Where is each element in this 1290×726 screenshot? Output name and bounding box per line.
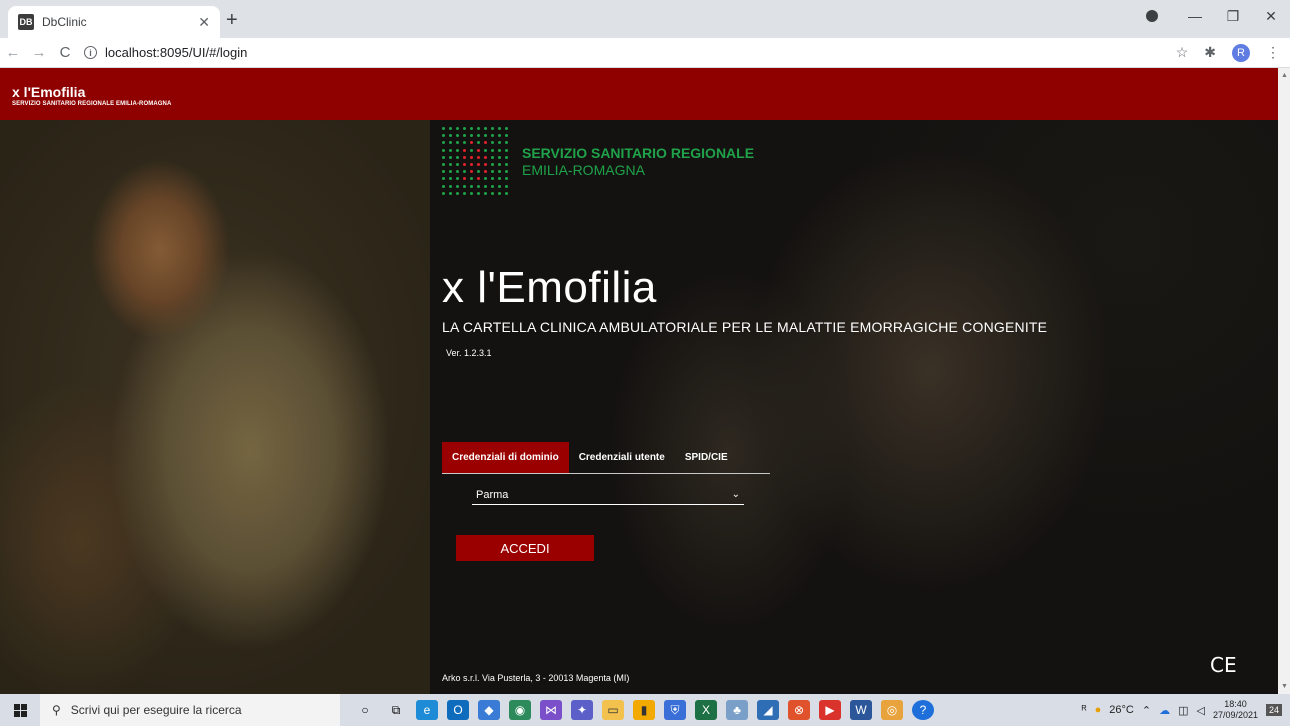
background-painting-dark: [430, 120, 1278, 694]
app-icon-3[interactable]: ♣: [726, 700, 748, 720]
app-header: x l'Emofilia SERVIZIO SANITARIO REGIONAL…: [0, 68, 1278, 120]
app-icon-6[interactable]: ▶: [819, 700, 841, 720]
app-icon-1[interactable]: ◆: [478, 700, 500, 720]
edge-icon[interactable]: e: [416, 700, 438, 720]
tab-favicon-icon: DB: [18, 14, 34, 30]
notifications-badge[interactable]: 24: [1265, 704, 1282, 716]
teams-icon[interactable]: ✦: [571, 700, 593, 720]
background-painting: [0, 120, 430, 694]
close-window-icon[interactable]: ✕: [1252, 8, 1290, 25]
browser-tabstrip: DB DbClinic ✕ + — ❐ ✕: [0, 0, 1290, 38]
network-icon[interactable]: ◫: [1178, 704, 1188, 717]
powerbi-icon[interactable]: ▮: [633, 700, 655, 720]
app-icon-4[interactable]: ◢: [757, 700, 779, 720]
browser-tab[interactable]: DB DbClinic ✕: [8, 6, 220, 38]
clock[interactable]: 18:40 27/09/2021: [1213, 699, 1258, 721]
app-icon-5[interactable]: ⊗: [788, 700, 810, 720]
tray-chevron-icon[interactable]: ⌃: [1142, 704, 1151, 717]
page-subtitle: LA CARTELLA CLINICA AMBULATORIALE PER LE…: [442, 319, 1048, 335]
reload-icon[interactable]: C: [52, 44, 78, 61]
task-view-icon[interactable]: ⧉: [385, 700, 407, 720]
clock-time: 18:40: [1224, 699, 1247, 709]
chrome-icon[interactable]: ◎: [881, 700, 903, 720]
page-scrollbar[interactable]: ▲ ▼: [1278, 68, 1290, 694]
accedi-button[interactable]: ACCEDI: [456, 535, 594, 561]
cortana-icon[interactable]: ○: [354, 700, 376, 720]
tab-spid-cie[interactable]: SPID/CIE: [675, 442, 738, 473]
volume-icon[interactable]: ◁: [1196, 704, 1204, 717]
extensions-puzzle-icon[interactable]: ✱: [1204, 44, 1216, 61]
ce-mark-icon: CE: [1210, 653, 1237, 677]
clock-date: 27/09/2021: [1212, 710, 1258, 720]
domain-select-value: Parma: [476, 488, 509, 501]
login-tabs: Credenziali di dominio Credenziali utent…: [442, 442, 770, 474]
taskbar-search-placeholder: Scrivi qui per eseguire la ricerca: [70, 703, 242, 717]
start-button[interactable]: [0, 703, 40, 717]
tab-title: DbClinic: [42, 15, 87, 29]
forward-icon[interactable]: →: [26, 44, 52, 61]
tab-credenziali-dominio[interactable]: Credenziali di dominio: [442, 442, 569, 473]
page-title: x l'Emofilia: [442, 263, 657, 312]
file-explorer-icon[interactable]: ▭: [602, 700, 624, 720]
app-icon-2[interactable]: ◉: [509, 700, 531, 720]
ssr-logo: SERVIZIO SANITARIO REGIONALE EMILIA-ROMA…: [442, 127, 754, 197]
onedrive-icon[interactable]: ☁: [1159, 704, 1170, 717]
app-subtitle: SERVIZIO SANITARIO REGIONALE EMILIA-ROMA…: [12, 101, 172, 107]
address-bar[interactable]: i localhost:8095/UI/#/login: [84, 45, 247, 60]
logo-line1: SERVIZIO SANITARIO REGIONALE: [522, 145, 755, 161]
browser-toolbar: ← → C i localhost:8095/UI/#/login ☆ ✱ R …: [0, 38, 1290, 68]
site-info-icon[interactable]: i: [84, 46, 97, 59]
company-footer: Arko s.r.l. Via Pusterla, 3 - 20013 Mage…: [442, 673, 630, 683]
profile-avatar[interactable]: R: [1232, 43, 1250, 62]
word-icon[interactable]: W: [850, 700, 872, 720]
window-controls: — ❐ ✕: [1146, 0, 1290, 32]
scroll-up-icon[interactable]: ▲: [1281, 72, 1288, 79]
visual-studio-icon[interactable]: ⋈: [540, 700, 562, 720]
tab-credenziali-utente[interactable]: Credenziali utente: [569, 442, 675, 473]
new-tab-button[interactable]: +: [226, 8, 238, 32]
excel-icon[interactable]: X: [695, 700, 717, 720]
outlook-icon[interactable]: O: [447, 700, 469, 720]
browser-menu-icon[interactable]: ⋮: [1266, 44, 1280, 61]
windows-logo-icon: [13, 703, 27, 717]
url-text[interactable]: localhost:8095/UI/#/login: [105, 45, 247, 60]
ssr-logo-dots-icon: [442, 127, 510, 197]
logo-line2: EMILIA-ROMAGNA: [522, 162, 645, 178]
back-icon[interactable]: ←: [0, 44, 26, 61]
weather-temp[interactable]: 26°C: [1109, 704, 1134, 716]
chevron-down-icon: ⌄: [731, 489, 740, 500]
extension-icon[interactable]: [1146, 10, 1158, 22]
taskbar-search[interactable]: ⚲ Scrivi qui per eseguire la ricerca: [40, 694, 340, 726]
windows-taskbar: ⚲ Scrivi qui per eseguire la ricerca ○ ⧉…: [0, 694, 1290, 726]
scroll-down-icon[interactable]: ▼: [1281, 683, 1288, 690]
system-tray: ᴿ ● 26°C ⌃ ☁ ◫ ◁ 18:40 27/09/2021 24: [1082, 699, 1290, 721]
minimize-icon[interactable]: —: [1176, 8, 1214, 24]
version-label: Ver. 1.2.3.1: [446, 348, 492, 358]
weather-icon[interactable]: ●: [1095, 704, 1102, 716]
maximize-icon[interactable]: ❐: [1214, 8, 1252, 25]
tab-close-icon[interactable]: ✕: [198, 14, 210, 31]
shield-icon[interactable]: ⛨: [664, 700, 686, 720]
login-page: SERVIZIO SANITARIO REGIONALE EMILIA-ROMA…: [0, 120, 1278, 694]
help-icon[interactable]: ?: [912, 700, 934, 720]
domain-select[interactable]: Parma ⌄: [472, 485, 744, 505]
search-icon: ⚲: [52, 703, 61, 717]
people-icon[interactable]: ᴿ: [1082, 704, 1087, 716]
app-title: x l'Emofilia: [12, 84, 86, 100]
bookmark-star-icon[interactable]: ☆: [1176, 44, 1189, 61]
